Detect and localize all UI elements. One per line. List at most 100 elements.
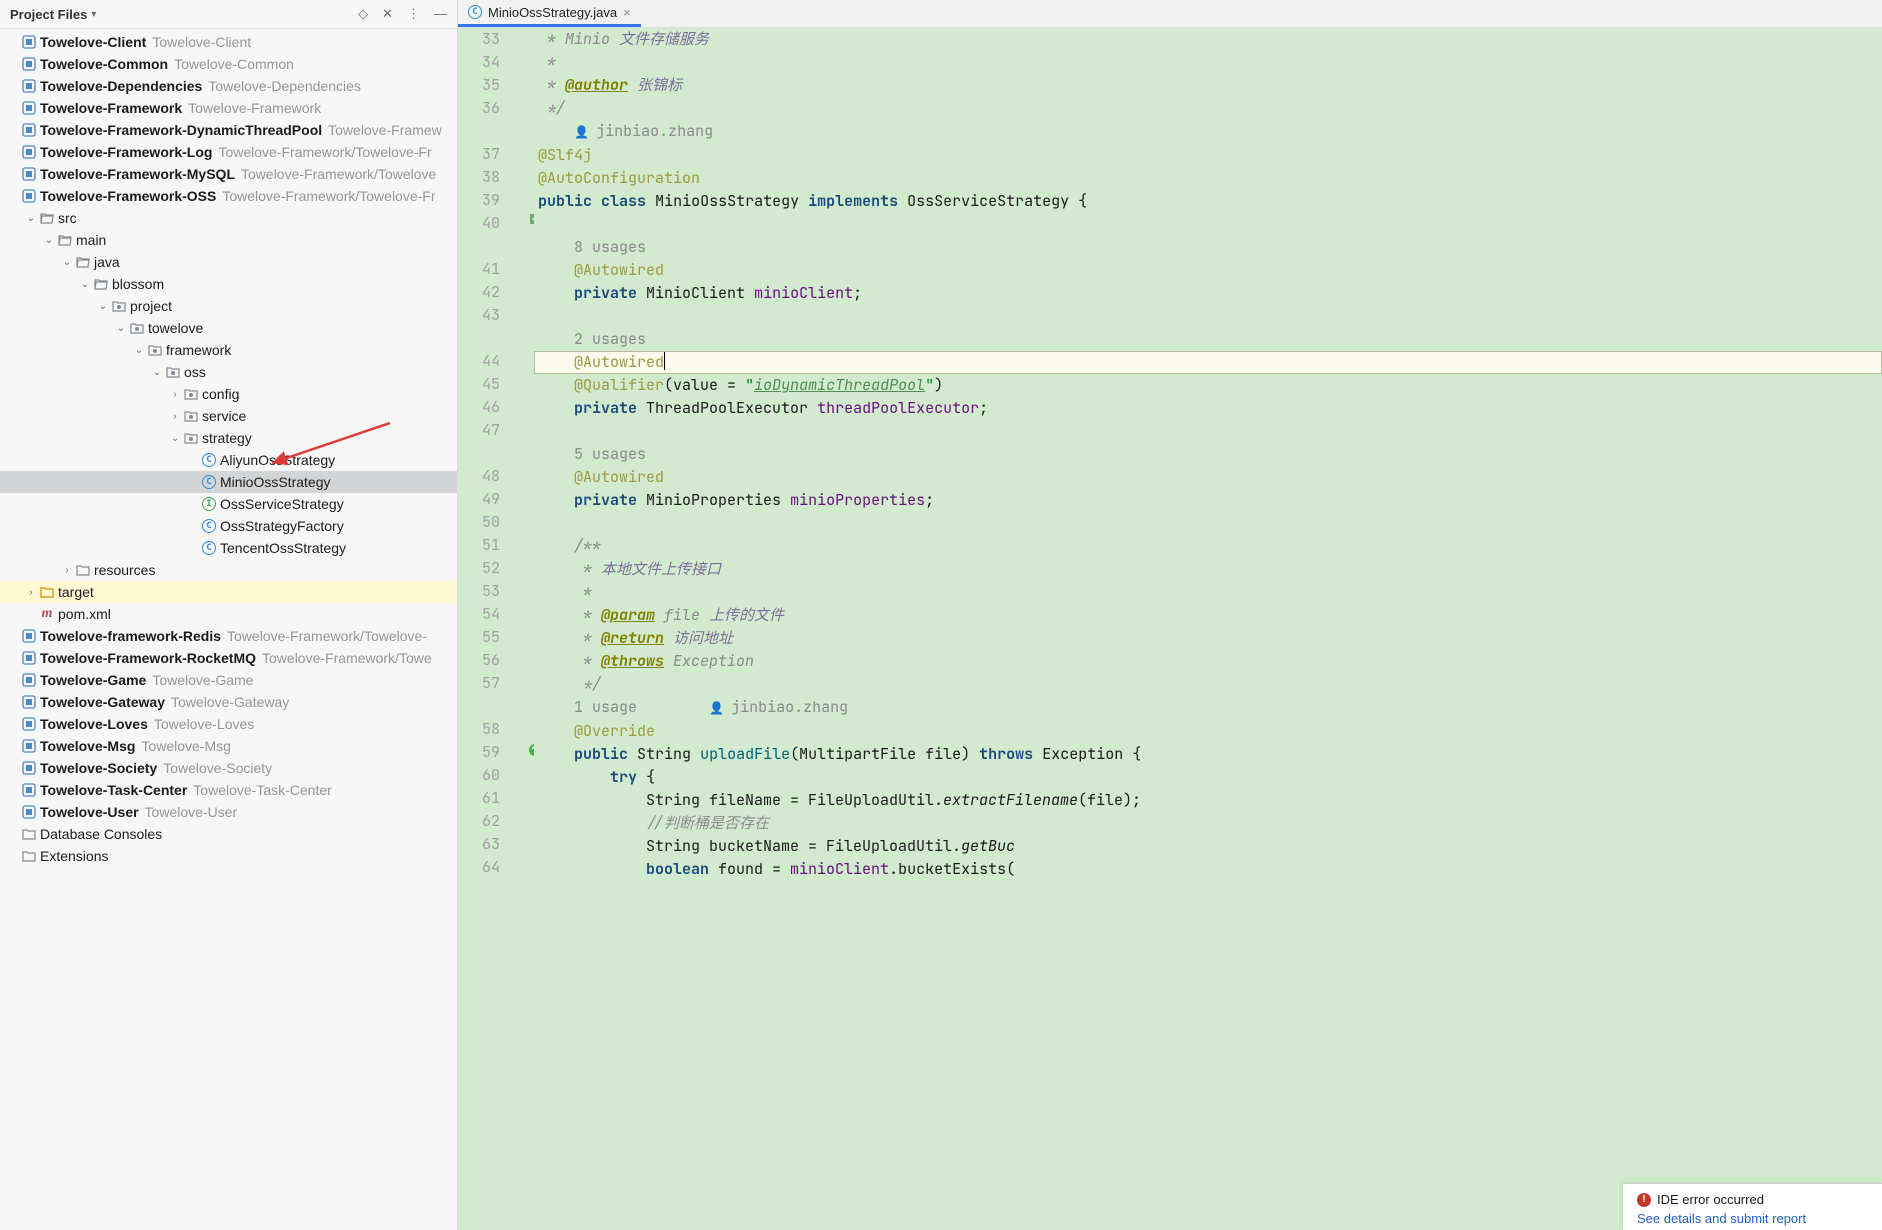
code-line[interactable] — [534, 512, 1882, 535]
tree-item[interactable]: Towelove-Framework-LogTowelove-Framework… — [0, 141, 457, 163]
code-line[interactable]: * @return 访问地址 — [534, 627, 1882, 650]
code-line[interactable]: @AutoConfiguration — [534, 167, 1882, 190]
tree-item[interactable]: Database Consoles — [0, 823, 457, 845]
code-line[interactable]: * — [534, 51, 1882, 74]
tree-item[interactable]: CMinioOssStrategy — [0, 471, 457, 493]
tree-item[interactable]: Towelove-FrameworkTowelove-Framework — [0, 97, 457, 119]
code-line[interactable]: private ThreadPoolExecutor threadPoolExe… — [534, 397, 1882, 420]
code-line[interactable]: * Minio 文件存储服务 — [534, 28, 1882, 51]
tree-item[interactable]: Towelove-Framework-RocketMQTowelove-Fram… — [0, 647, 457, 669]
tree-item[interactable]: Towelove-DependenciesTowelove-Dependenci… — [0, 75, 457, 97]
code-line[interactable]: * @param file 上传的文件 — [534, 604, 1882, 627]
chevron-down-icon[interactable]: ▾ — [91, 9, 96, 20]
code-line[interactable]: String fileName = FileUploadUtil.extract… — [534, 789, 1882, 812]
tree-item[interactable]: ⌄oss — [0, 361, 457, 383]
code-line[interactable]: * @throws Exception — [534, 650, 1882, 673]
tree-item[interactable]: ⌄towelove — [0, 317, 457, 339]
tree-item[interactable]: Towelove-Framework-OSSTowelove-Framework… — [0, 185, 457, 207]
tree-item[interactable]: Towelove-UserTowelove-User — [0, 801, 457, 823]
code-line[interactable]: String bucketName = FileUploadUtil.getBu… — [534, 835, 1882, 858]
code-line[interactable]: 1 usage 👤 jinbiao.zhang — [534, 696, 1882, 720]
chevron-icon[interactable]: ⌄ — [60, 257, 74, 268]
chevron-icon[interactable]: ⌄ — [42, 235, 56, 246]
chevron-icon[interactable]: ⌄ — [150, 367, 164, 378]
locate-icon[interactable]: ◇ — [358, 6, 368, 22]
code-line[interactable]: @Autowired — [534, 466, 1882, 489]
tree-item[interactable]: Towelove-SocietyTowelove-Society — [0, 757, 457, 779]
tree-item[interactable]: ⌄strategy — [0, 427, 457, 449]
tree-item[interactable]: Towelove-ClientTowelove-Client — [0, 31, 457, 53]
tree-item[interactable]: Towelove-framework-RedisTowelove-Framewo… — [0, 625, 457, 647]
code-line[interactable]: public class MinioOssStrategy implements… — [534, 190, 1882, 213]
code-line[interactable]: * — [534, 581, 1882, 604]
tree-item[interactable]: CTencentOssStrategy — [0, 537, 457, 559]
code-line[interactable]: boolean found = minioClient.bucketExists… — [534, 858, 1882, 881]
chevron-icon[interactable]: › — [168, 411, 182, 422]
tree-item[interactable]: IOssServiceStrategy — [0, 493, 457, 515]
tree-item[interactable]: ⌄framework — [0, 339, 457, 361]
chevron-icon[interactable]: ⌄ — [96, 301, 110, 312]
code-line[interactable] — [534, 420, 1882, 443]
code-line[interactable]: //判断桶是否存在 — [534, 812, 1882, 835]
code-editor[interactable]: * Minio 文件存储服务 * * @author 张锦标 */ 👤 jinb… — [534, 28, 1882, 1230]
code-line[interactable]: @Autowired — [534, 259, 1882, 282]
tree-item[interactable]: Towelove-GameTowelove-Game — [0, 669, 457, 691]
code-line[interactable]: */ — [534, 97, 1882, 120]
chevron-icon[interactable]: › — [24, 587, 38, 598]
code-line[interactable] — [534, 213, 1882, 236]
tree-item[interactable]: ⌄src — [0, 207, 457, 229]
tree-item[interactable]: ⌄java — [0, 251, 457, 273]
code-line[interactable]: 👤 jinbiao.zhang — [534, 120, 1882, 144]
tree-item[interactable]: Towelove-Framework-MySQLTowelove-Framewo… — [0, 163, 457, 185]
code-line[interactable]: * 本地文件上传接口 — [534, 558, 1882, 581]
tree-item[interactable]: CAliyunOssStrategy — [0, 449, 457, 471]
tab-file[interactable]: C MinioOssStrategy.java × — [458, 0, 641, 27]
close-icon[interactable]: × — [623, 5, 631, 20]
tree-item[interactable]: Towelove-MsgTowelove-Msg — [0, 735, 457, 757]
sidebar-title[interactable]: Project Files — [10, 7, 87, 22]
tree-item[interactable]: ⌄main — [0, 229, 457, 251]
ide-error-toast[interactable]: ! IDE error occurred See details and sub… — [1622, 1183, 1882, 1230]
code-line[interactable]: /** — [534, 535, 1882, 558]
tree-item[interactable]: Towelove-Task-CenterTowelove-Task-Center — [0, 779, 457, 801]
code-line[interactable]: @Override — [534, 720, 1882, 743]
more-icon[interactable]: ⋮ — [407, 6, 420, 22]
code-line[interactable]: try { — [534, 766, 1882, 789]
code-line[interactable]: private MinioClient minioClient; — [534, 282, 1882, 305]
chevron-icon[interactable]: ⌄ — [24, 213, 38, 224]
project-tree[interactable]: Towelove-ClientTowelove-ClientTowelove-C… — [0, 29, 457, 1230]
code-line[interactable] — [534, 305, 1882, 328]
tree-item[interactable]: ›service — [0, 405, 457, 427]
error-link[interactable]: See details and submit report — [1637, 1211, 1868, 1226]
hide-icon[interactable]: — — [434, 6, 447, 22]
tree-item[interactable]: ›target — [0, 581, 457, 603]
code-line[interactable]: @Autowired — [534, 351, 1882, 374]
tree-item[interactable]: ⌄project — [0, 295, 457, 317]
tree-item[interactable]: COssStrategyFactory — [0, 515, 457, 537]
code-line[interactable]: private MinioProperties minioProperties; — [534, 489, 1882, 512]
tree-item[interactable]: mpom.xml — [0, 603, 457, 625]
tree-item[interactable]: ›config — [0, 383, 457, 405]
chevron-icon[interactable]: › — [168, 389, 182, 400]
chevron-icon[interactable]: ⌄ — [114, 323, 128, 334]
chevron-icon[interactable]: ⌄ — [132, 345, 146, 356]
chevron-icon[interactable]: ⌄ — [168, 433, 182, 444]
tree-item[interactable]: Towelove-CommonTowelove-Common — [0, 53, 457, 75]
tree-item[interactable]: Extensions — [0, 845, 457, 867]
code-line[interactable]: public String uploadFile(MultipartFile f… — [534, 743, 1882, 766]
collapse-icon[interactable]: ✕ — [382, 6, 393, 22]
chevron-icon[interactable]: ⌄ — [78, 279, 92, 290]
code-line[interactable]: * @author 张锦标 — [534, 74, 1882, 97]
tree-item[interactable]: Towelove-Framework-DynamicThreadPoolTowe… — [0, 119, 457, 141]
tree-item[interactable]: ⌄blossom — [0, 273, 457, 295]
tree-item[interactable]: Towelove-GatewayTowelove-Gateway — [0, 691, 457, 713]
tree-item[interactable]: ›resources — [0, 559, 457, 581]
tree-item[interactable]: Towelove-LovesTowelove-Loves — [0, 713, 457, 735]
code-line[interactable]: 2 usages — [534, 328, 1882, 351]
editor-gutter[interactable]: 3334353637383940414243444546474849505152… — [458, 28, 534, 1230]
code-line[interactable]: */ — [534, 673, 1882, 696]
chevron-icon[interactable]: › — [60, 565, 74, 576]
code-line[interactable]: @Slf4j — [534, 144, 1882, 167]
code-line[interactable]: @Qualifier(value = "ioDynamicThreadPool"… — [534, 374, 1882, 397]
code-line[interactable]: 8 usages — [534, 236, 1882, 259]
